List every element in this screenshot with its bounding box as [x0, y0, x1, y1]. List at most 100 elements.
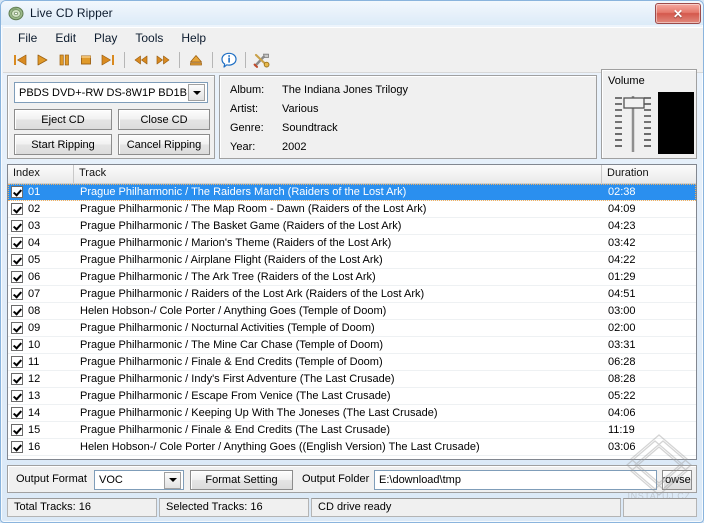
track-title-cell: Prague Philharmonic / The Ark Tree (Raid…	[80, 271, 376, 283]
table-row[interactable]: 15 Prague Philharmonic / Finale & End Cre…	[8, 422, 696, 439]
cancel-ripping-button[interactable]: Cancel Ripping	[118, 134, 210, 155]
table-row[interactable]: 11 Prague Philharmonic / Finale & End Cre…	[8, 354, 696, 371]
rewind-button[interactable]	[130, 49, 152, 71]
album-value: The Indiana Jones Trilogy	[282, 84, 408, 96]
chevron-down-icon[interactable]	[164, 471, 181, 489]
track-duration-cell: 03:00	[608, 305, 636, 317]
previous-track-button[interactable]	[9, 49, 31, 71]
eject-button[interactable]	[185, 49, 207, 71]
track-checkbox[interactable]	[11, 373, 23, 385]
eject-cd-button[interactable]: Eject CD	[14, 109, 112, 130]
table-row[interactable]: 14 Prague Philharmonic / Keeping Up With …	[8, 405, 696, 422]
track-title-cell: Prague Philharmonic / The Mine Car Chase…	[80, 339, 384, 351]
table-row[interactable]: 04 Prague Philharmonic / Marion's Theme (…	[8, 235, 696, 252]
track-index-cell: 09	[8, 322, 74, 334]
menu-file[interactable]: File	[9, 29, 46, 47]
track-checkbox[interactable]	[11, 237, 23, 249]
track-title-cell: Prague Philharmonic / Finale & End Credi…	[80, 424, 390, 436]
track-checkbox[interactable]	[11, 407, 23, 419]
close-cd-button[interactable]: Close CD	[118, 109, 210, 130]
table-row[interactable]: 02 Prague Philharmonic / The Map Room - D…	[8, 201, 696, 218]
track-checkbox[interactable]	[11, 305, 23, 317]
tools-button[interactable]	[251, 49, 273, 71]
table-row[interactable]: 01 Prague Philharmonic / The Raiders Marc…	[8, 184, 696, 201]
drive-select[interactable]: PBDS DVD+-RW DS-8W1P BD1B	[14, 82, 208, 103]
track-index-value: 04	[28, 237, 41, 249]
toolbar	[3, 47, 703, 73]
track-duration-cell: 04:22	[608, 254, 636, 266]
track-checkbox[interactable]	[11, 424, 23, 436]
track-index-value: 13	[28, 390, 41, 402]
status-extra-panel	[623, 498, 697, 517]
track-index-cell: 01	[8, 186, 74, 198]
table-row[interactable]: 06 Prague Philharmonic / The Ark Tree (Ra…	[8, 269, 696, 286]
menu-tools[interactable]: Tools	[126, 29, 172, 47]
output-format-select[interactable]: VOC	[94, 470, 184, 490]
track-index-cell: 10	[8, 339, 74, 351]
volume-slider[interactable]	[610, 92, 656, 154]
table-row[interactable]: 07 Prague Philharmonic / Raiders of the L…	[8, 286, 696, 303]
track-index-value: 11	[28, 356, 40, 368]
fast-forward-button[interactable]	[152, 49, 174, 71]
table-row[interactable]: 05 Prague Philharmonic / Airplane Flight …	[8, 252, 696, 269]
menu-bar: File Edit Play Tools Help	[3, 27, 703, 47]
track-checkbox[interactable]	[11, 322, 23, 334]
track-duration-cell: 02:00	[608, 322, 636, 334]
track-index-cell: 05	[8, 254, 74, 266]
album-info-panel: Album: The Indiana Jones Trilogy Artist:…	[219, 75, 597, 159]
track-duration-cell: 01:29	[608, 271, 636, 283]
table-row[interactable]: 12 Prague Philharmonic / Indy's First Adv…	[8, 371, 696, 388]
track-list[interactable]: Index Track Duration 01 Prague Philharmon…	[7, 164, 697, 460]
drive-panel: PBDS DVD+-RW DS-8W1P BD1B Eject CD Close…	[7, 75, 215, 159]
track-title-cell: Prague Philharmonic / Escape From Venice…	[80, 390, 391, 402]
track-checkbox[interactable]	[11, 390, 23, 402]
table-row[interactable]: 10 Prague Philharmonic / The Mine Car Cha…	[8, 337, 696, 354]
toolbar-separator-1	[124, 51, 125, 68]
chevron-down-icon[interactable]	[188, 84, 205, 101]
track-checkbox[interactable]	[11, 288, 23, 300]
table-row[interactable]: 09 Prague Philharmonic / Nocturnal Activi…	[8, 320, 696, 337]
track-checkbox[interactable]	[11, 220, 23, 232]
track-checkbox[interactable]	[11, 254, 23, 266]
output-folder-input[interactable]: E:\download\tmp	[374, 470, 657, 490]
track-checkbox[interactable]	[11, 186, 23, 198]
track-title-cell: Prague Philharmonic / The Raiders March …	[80, 186, 407, 198]
start-ripping-button[interactable]: Start Ripping	[14, 134, 112, 155]
info-button[interactable]	[218, 49, 240, 71]
status-bar: Total Tracks: 16 Selected Tracks: 16 CD …	[7, 498, 697, 517]
format-setting-button[interactable]: Format Setting	[190, 470, 293, 490]
column-header-duration[interactable]: Duration	[602, 165, 696, 183]
play-button[interactable]	[31, 49, 53, 71]
column-header-track[interactable]: Track	[74, 165, 602, 183]
track-index-value: 12	[28, 373, 41, 385]
column-header-index[interactable]: Index	[8, 165, 74, 183]
track-index-value: 02	[28, 203, 41, 215]
title-bar: Live CD Ripper ✕	[1, 1, 703, 25]
track-checkbox[interactable]	[11, 271, 23, 283]
menu-play[interactable]: Play	[85, 29, 126, 47]
track-checkbox[interactable]	[11, 339, 23, 351]
window-title: Live CD Ripper	[30, 6, 113, 20]
table-row[interactable]: 08 Helen Hobson-/ Cole Porter / Anything …	[8, 303, 696, 320]
table-row[interactable]: 13 Prague Philharmonic / Escape From Veni…	[8, 388, 696, 405]
pause-button[interactable]	[53, 49, 75, 71]
output-format-label: Output Format	[16, 473, 87, 485]
track-index-value: 16	[28, 441, 41, 453]
status-drive-status: CD drive ready	[311, 498, 621, 517]
track-checkbox[interactable]	[11, 441, 23, 453]
menu-help[interactable]: Help	[172, 29, 215, 47]
track-checkbox[interactable]	[11, 356, 23, 368]
track-duration-cell: 03:31	[608, 339, 636, 351]
track-index-cell: 12	[8, 373, 74, 385]
browse-button[interactable]: Browse...	[662, 470, 692, 490]
close-window-button[interactable]: ✕	[655, 3, 701, 24]
album-label: Album:	[230, 84, 265, 96]
track-checkbox[interactable]	[11, 203, 23, 215]
table-row[interactable]: 03 Prague Philharmonic / The Basket Game …	[8, 218, 696, 235]
stop-button[interactable]	[75, 49, 97, 71]
track-index-cell: 11	[8, 356, 74, 368]
menu-edit[interactable]: Edit	[46, 29, 85, 47]
next-track-button[interactable]	[97, 49, 119, 71]
table-row[interactable]: 16 Helen Hobson-/ Cole Porter / Anything …	[8, 439, 696, 456]
track-index-cell: 02	[8, 203, 74, 215]
